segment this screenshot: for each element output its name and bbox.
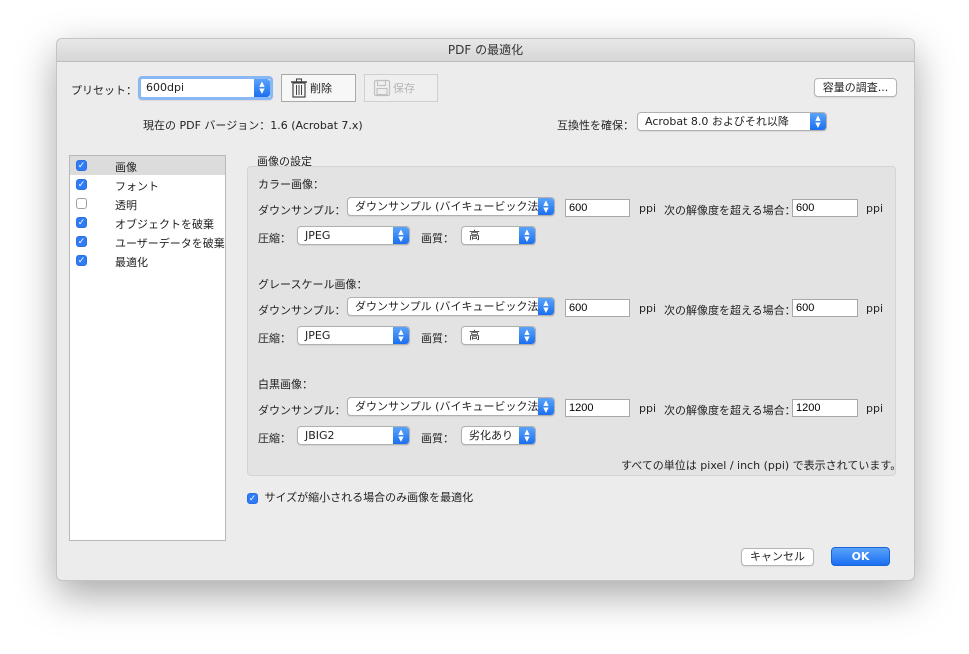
optimize-only-if-smaller-checkbox[interactable]: ✓ — [247, 492, 258, 504]
ppi-unit: ppi — [866, 302, 884, 315]
chevron-updown-icon: ▲ ▼ — [393, 327, 409, 344]
downsample-label: ダウンサンプル： — [258, 304, 346, 317]
cancel-button[interactable]: キャンセル — [741, 548, 814, 566]
downsample-method: ダウンサンプル (バイキュービック法) — [355, 400, 543, 413]
sidebar-item-label: 透明 — [115, 199, 137, 212]
ppi-unit: ppi — [639, 302, 657, 315]
grayscale-ppi-input[interactable] — [565, 299, 630, 317]
monochrome-compression-select[interactable]: JBIG2 ▲ ▼ — [297, 426, 410, 445]
sidebar-item-label: フォント — [115, 180, 159, 193]
discard-user-data-checkbox[interactable]: ✓ — [76, 236, 87, 247]
quality-value: 高 — [469, 329, 480, 342]
color-images-title: カラー画像： — [258, 178, 324, 191]
grayscale-compression-select[interactable]: JPEG ▲ ▼ — [297, 326, 410, 345]
sidebar-item-discard-objects[interactable]: ✓ オブジェクトを破棄 — [70, 213, 225, 232]
color-downsample-select[interactable]: ダウンサンプル (バイキュービック法) ▲ ▼ — [347, 197, 555, 216]
monochrome-ppi-input[interactable] — [565, 399, 630, 417]
current-pdf-version: 現在の PDF バージョン：1.6 (Acrobat 7.x) — [143, 119, 363, 132]
ppi-unit: ppi — [639, 202, 657, 215]
monochrome-quality-select[interactable]: 劣化あり ▲ ▼ — [461, 426, 536, 445]
compression-label: 圧縮： — [258, 432, 291, 445]
sidebar-item-transparency[interactable]: 透明 — [70, 194, 225, 213]
quality-value: 劣化あり — [469, 429, 513, 442]
sidebar-item-label: 最適化 — [115, 256, 148, 269]
images-checkbox[interactable]: ✓ — [76, 160, 87, 171]
monochrome-downsample-select[interactable]: ダウンサンプル (バイキュービック法) ▲ ▼ — [347, 397, 555, 416]
chevron-updown-icon: ▲ ▼ — [538, 398, 554, 415]
downsample-method: ダウンサンプル (バイキュービック法) — [355, 300, 543, 313]
dialog-title: PDF の最適化 — [57, 39, 914, 62]
color-ppi-input[interactable] — [565, 199, 630, 217]
compression-label: 圧縮： — [258, 332, 291, 345]
optimize-pdf-dialog: PDF の最適化 プリセット： 600dpi ▲ ▼ 削除 保存 容量の調査...… — [56, 38, 915, 581]
preset-label: プリセット： — [71, 84, 137, 97]
sidebar-item-optimize[interactable]: ✓ 最適化 — [70, 251, 225, 270]
ppi-unit: ppi — [639, 402, 657, 415]
monochrome-images-title: 白黒画像： — [258, 378, 313, 391]
color-quality-select[interactable]: 高 ▲ ▼ — [461, 226, 536, 245]
color-compression-select[interactable]: JPEG ▲ ▼ — [297, 226, 410, 245]
compatibility-label: 互換性を確保： — [557, 119, 634, 132]
transparency-checkbox[interactable] — [76, 198, 87, 209]
quality-label: 画質： — [421, 232, 454, 245]
quality-label: 画質： — [421, 332, 454, 345]
compatibility-select[interactable]: Acrobat 8.0 およびそれ以降 ▲ ▼ — [637, 112, 827, 131]
above-resolution-label: 次の解像度を超える場合： — [664, 204, 796, 217]
chevron-updown-icon: ▲ ▼ — [393, 427, 409, 444]
chevron-updown-icon: ▲ ▼ — [810, 113, 826, 130]
fonts-checkbox[interactable]: ✓ — [76, 179, 87, 190]
downsample-label: ダウンサンプル： — [258, 404, 346, 417]
grayscale-images-title: グレースケール画像： — [258, 278, 368, 291]
ppi-unit: ppi — [866, 202, 884, 215]
sidebar-item-label: 画像 — [115, 161, 137, 174]
chevron-updown-icon: ▲ ▼ — [519, 327, 535, 344]
ppi-unit: ppi — [866, 402, 884, 415]
compression-label: 圧縮： — [258, 232, 291, 245]
quality-label: 画質： — [421, 432, 454, 445]
optimize-checkbox[interactable]: ✓ — [76, 255, 87, 266]
color-above-ppi-input[interactable] — [792, 199, 858, 217]
trash-icon — [291, 78, 307, 98]
floppy-disk-icon — [373, 79, 391, 97]
audit-space-button[interactable]: 容量の調査... — [814, 78, 897, 97]
chevron-updown-icon: ▲ ▼ — [538, 198, 554, 215]
compression-value: JPEG — [305, 329, 331, 342]
sidebar-item-discard-user-data[interactable]: ✓ ユーザーデータを破棄 — [70, 232, 225, 251]
downsample-method: ダウンサンプル (バイキュービック法) — [355, 200, 543, 213]
chevron-updown-icon: ▲ ▼ — [538, 298, 554, 315]
sidebar-item-label: オブジェクトを破棄 — [115, 218, 214, 231]
ok-button[interactable]: OK — [831, 547, 890, 566]
preset-value: 600dpi — [146, 81, 185, 94]
chevron-updown-icon: ▲ ▼ — [519, 227, 535, 244]
discard-objects-checkbox[interactable]: ✓ — [76, 217, 87, 228]
sidebar-item-images[interactable]: ✓ 画像 — [70, 156, 225, 175]
optimize-only-if-smaller-option[interactable]: ✓ サイズが縮小される場合のみ画像を最適化 — [247, 489, 473, 505]
grayscale-downsample-select[interactable]: ダウンサンプル (バイキュービック法) ▲ ▼ — [347, 297, 555, 316]
quality-value: 高 — [469, 229, 480, 242]
grayscale-above-ppi-input[interactable] — [792, 299, 858, 317]
delete-button[interactable]: 削除 — [281, 74, 356, 102]
monochrome-above-ppi-input[interactable] — [792, 399, 858, 417]
preset-select[interactable]: 600dpi ▲ ▼ — [138, 76, 273, 100]
compatibility-value: Acrobat 8.0 およびそれ以降 — [645, 115, 789, 128]
save-label: 保存 — [393, 82, 415, 95]
delete-label: 削除 — [310, 82, 332, 95]
grayscale-quality-select[interactable]: 高 ▲ ▼ — [461, 326, 536, 345]
chevron-updown-icon: ▲ ▼ — [393, 227, 409, 244]
settings-category-list: ✓ 画像 ✓ フォント 透明 ✓ オブジェクトを破棄 ✓ ユーザーデータを破棄 … — [69, 155, 226, 541]
above-resolution-label: 次の解像度を超える場合： — [664, 404, 796, 417]
sidebar-item-label: ユーザーデータを破棄 — [115, 237, 225, 250]
optimize-only-if-smaller-label: サイズが縮小される場合のみ画像を最適化 — [264, 491, 474, 504]
chevron-updown-icon: ▲ ▼ — [519, 427, 535, 444]
above-resolution-label: 次の解像度を超える場合： — [664, 304, 796, 317]
downsample-label: ダウンサンプル： — [258, 204, 346, 217]
compression-value: JBIG2 — [305, 429, 335, 442]
units-note: すべての単位は pixel / inch (ppi) で表示されています。 — [621, 459, 902, 472]
compression-value: JPEG — [305, 229, 331, 242]
save-button[interactable]: 保存 — [364, 74, 438, 102]
chevron-updown-icon: ▲ ▼ — [254, 79, 270, 97]
sidebar-item-fonts[interactable]: ✓ フォント — [70, 175, 225, 194]
